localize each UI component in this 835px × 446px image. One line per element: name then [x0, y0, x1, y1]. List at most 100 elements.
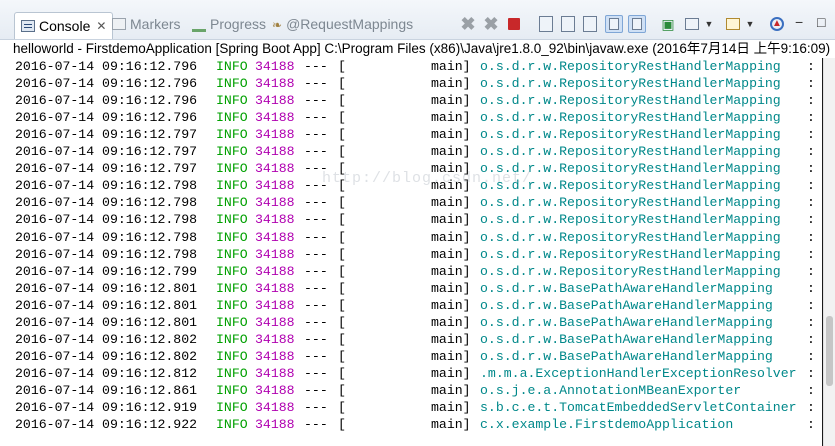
display-selected-console-icon[interactable] — [683, 15, 701, 33]
log-level: INFO — [216, 365, 248, 381]
log-thread: main] — [431, 59, 471, 74]
log-level: INFO — [216, 348, 248, 364]
log-logger: o.s.d.r.w.BasePathAwareHandlerMapping — [480, 314, 773, 330]
log-thread-bracket: [ — [338, 348, 346, 364]
log-timestamp: 2016-07-14 09:16:12.796 — [15, 110, 198, 126]
log-line[interactable]: 2016-07-14 09:16:12.801 INFO 34188 --- [main… — [0, 297, 823, 314]
log-thread-bracket: [ — [338, 127, 346, 143]
console-output[interactable]: 2016-07-14 09:16:12.796 INFO 34188 --- [ main… — [0, 58, 823, 446]
log-line[interactable]: 2016-07-14 09:16:12.801 INFO 34188 --- [main… — [0, 280, 823, 297]
log-line[interactable]: 2016-07-14 09:16:12.802 INFO 34188 --- [main… — [0, 331, 823, 348]
log-line[interactable]: 2016-07-14 09:16:12.812 INFO 34188 --- [main… — [0, 365, 823, 382]
open-console-icon[interactable] — [724, 15, 742, 33]
log-line[interactable]: 2016-07-14 09:16:12.799 INFO 34188 --- [main… — [0, 263, 823, 280]
log-line[interactable]: 2016-07-14 09:16:12.861 INFO 34188 --- [main… — [0, 382, 823, 399]
log-message: : 1 — [807, 110, 823, 126]
log-timestamp: 2016-07-14 09:16:12.796 — [15, 93, 198, 109]
log-separator: --- — [304, 93, 328, 109]
tab-console[interactable]: Console ✕ — [14, 12, 114, 39]
log-separator: --- — [304, 76, 328, 92]
maximize-icon[interactable]: □ — [817, 14, 825, 30]
log-timestamp: 2016-07-14 09:16:12.796 — [15, 76, 198, 92]
tab-request-mappings-label: @RequestMappings — [286, 16, 414, 32]
log-pid: 34188 — [255, 212, 295, 228]
log-thread: main] — [431, 195, 471, 211]
log-message: : 1 — [807, 331, 823, 347]
log-message: : 1 — [807, 212, 823, 228]
log-pid: 34188 — [255, 314, 295, 330]
remove-all-launches-icon[interactable]: ✖ — [482, 14, 500, 34]
log-line[interactable]: 2016-07-14 09:16:12.796 INFO 34188 --- [main… — [0, 109, 823, 126]
log-level: INFO — [216, 212, 248, 228]
log-line[interactable]: 2016-07-14 09:16:12.797 INFO 34188 --- [main… — [0, 126, 823, 143]
log-line[interactable]: 2016-07-14 09:16:12.798 INFO 34188 --- [main… — [0, 246, 823, 263]
terminate-icon[interactable] — [508, 18, 520, 30]
log-separator: --- — [304, 400, 328, 415]
log-logger: o.s.d.r.w.BasePathAwareHandlerMapping — [480, 280, 773, 296]
tab-markers[interactable]: Markers — [112, 13, 181, 35]
log-logger: o.s.d.r.w.BasePathAwareHandlerMapping — [480, 331, 773, 347]
log-timestamp: 2016-07-14 09:16:12.798 — [15, 246, 198, 262]
log-message: : 1 — [807, 400, 823, 415]
log-level: INFO — [216, 400, 248, 415]
log-message: : 1 — [807, 382, 823, 398]
log-line[interactable]: 2016-07-14 09:16:12.919 INFO 34188 --- [main… — [0, 399, 823, 416]
close-icon[interactable]: ✕ — [96, 19, 106, 33]
tab-request-mappings[interactable]: ❧ @RequestMappings — [272, 13, 413, 35]
scroll-lock-icon[interactable] — [559, 15, 577, 33]
log-logger: o.s.d.r.w.RepositoryRestHandlerMapping — [480, 59, 781, 74]
log-thread-bracket: [ — [338, 417, 346, 433]
log-timestamp: 2016-07-14 09:16:12.796 — [15, 59, 198, 74]
display-selected-dropdown-icon[interactable]: ▼ — [704, 15, 714, 33]
log-level: INFO — [216, 297, 248, 313]
show-on-stderr-icon[interactable] — [628, 15, 646, 33]
log-line[interactable]: 2016-07-14 09:16:12.796 INFO 34188 --- [main… — [0, 58, 823, 75]
log-timestamp: 2016-07-14 09:16:12.801 — [15, 297, 198, 313]
tab-progress[interactable]: Progress — [192, 13, 266, 35]
log-line[interactable]: 2016-07-14 09:16:12.798 INFO 34188 --- [main… — [0, 229, 823, 246]
log-line[interactable]: 2016-07-14 09:16:12.801 INFO 34188 --- [main… — [0, 314, 823, 331]
tab-console-label: Console — [39, 18, 91, 34]
minimize-icon[interactable]: − — [795, 14, 803, 30]
pin-console-icon[interactable]: ▣ — [659, 15, 677, 33]
log-thread: main] — [431, 365, 471, 381]
log-pid: 34188 — [255, 59, 295, 74]
log-line[interactable]: 2016-07-14 09:16:12.802 INFO 34188 --- [main… — [0, 348, 823, 365]
log-pid: 34188 — [255, 263, 295, 279]
spring-boot-icon[interactable]: ▲ — [768, 15, 786, 33]
log-thread-bracket: [ — [338, 195, 346, 211]
log-message: : 1 — [807, 280, 823, 296]
log-line[interactable]: 2016-07-14 09:16:12.797 INFO 34188 --- [main… — [0, 143, 823, 160]
open-console-dropdown-icon[interactable]: ▼ — [745, 15, 755, 33]
word-wrap-icon[interactable] — [581, 15, 599, 33]
log-separator: --- — [304, 417, 328, 433]
log-thread: main] — [431, 229, 471, 245]
show-on-stdout-icon[interactable] — [605, 15, 623, 33]
log-pid: 34188 — [255, 348, 295, 364]
log-line[interactable]: 2016-07-14 09:16:12.922 INFO 34188 --- [main… — [0, 416, 823, 433]
log-message: : 1 — [807, 417, 823, 433]
log-message: : 1 — [807, 229, 823, 245]
log-thread-bracket: [ — [338, 76, 346, 92]
log-pid: 34188 — [255, 331, 295, 347]
vertical-scrollbar[interactable] — [823, 58, 835, 446]
log-level: INFO — [216, 178, 248, 194]
request-mappings-icon: ❧ — [272, 18, 283, 32]
watermark: http://blog.csdn.net/ — [322, 170, 533, 187]
tab-markers-label: Markers — [130, 16, 181, 32]
clear-console-icon[interactable] — [537, 15, 555, 33]
log-separator: --- — [304, 280, 328, 296]
remove-launch-icon[interactable]: ✖ — [459, 14, 477, 34]
log-line[interactable]: 2016-07-14 09:16:12.796 INFO 34188 --- [main… — [0, 75, 823, 92]
log-logger: .m.m.a.ExceptionHandlerExceptionResolver — [480, 365, 797, 381]
log-line[interactable]: 2016-07-14 09:16:12.796 INFO 34188 --- [main… — [0, 92, 823, 109]
log-message: : 1 — [807, 314, 823, 330]
scrollbar-thumb[interactable] — [826, 316, 833, 386]
log-logger: o.s.d.r.w.BasePathAwareHandlerMapping — [480, 297, 773, 313]
log-thread-bracket: [ — [338, 400, 346, 415]
log-thread: main] — [431, 331, 471, 347]
log-thread-bracket: [ — [338, 382, 346, 398]
log-line[interactable]: 2016-07-14 09:16:12.798 INFO 34188 --- [main… — [0, 194, 823, 211]
log-line[interactable]: 2016-07-14 09:16:12.798 INFO 34188 --- [main… — [0, 211, 823, 228]
log-thread-bracket: [ — [338, 110, 346, 126]
